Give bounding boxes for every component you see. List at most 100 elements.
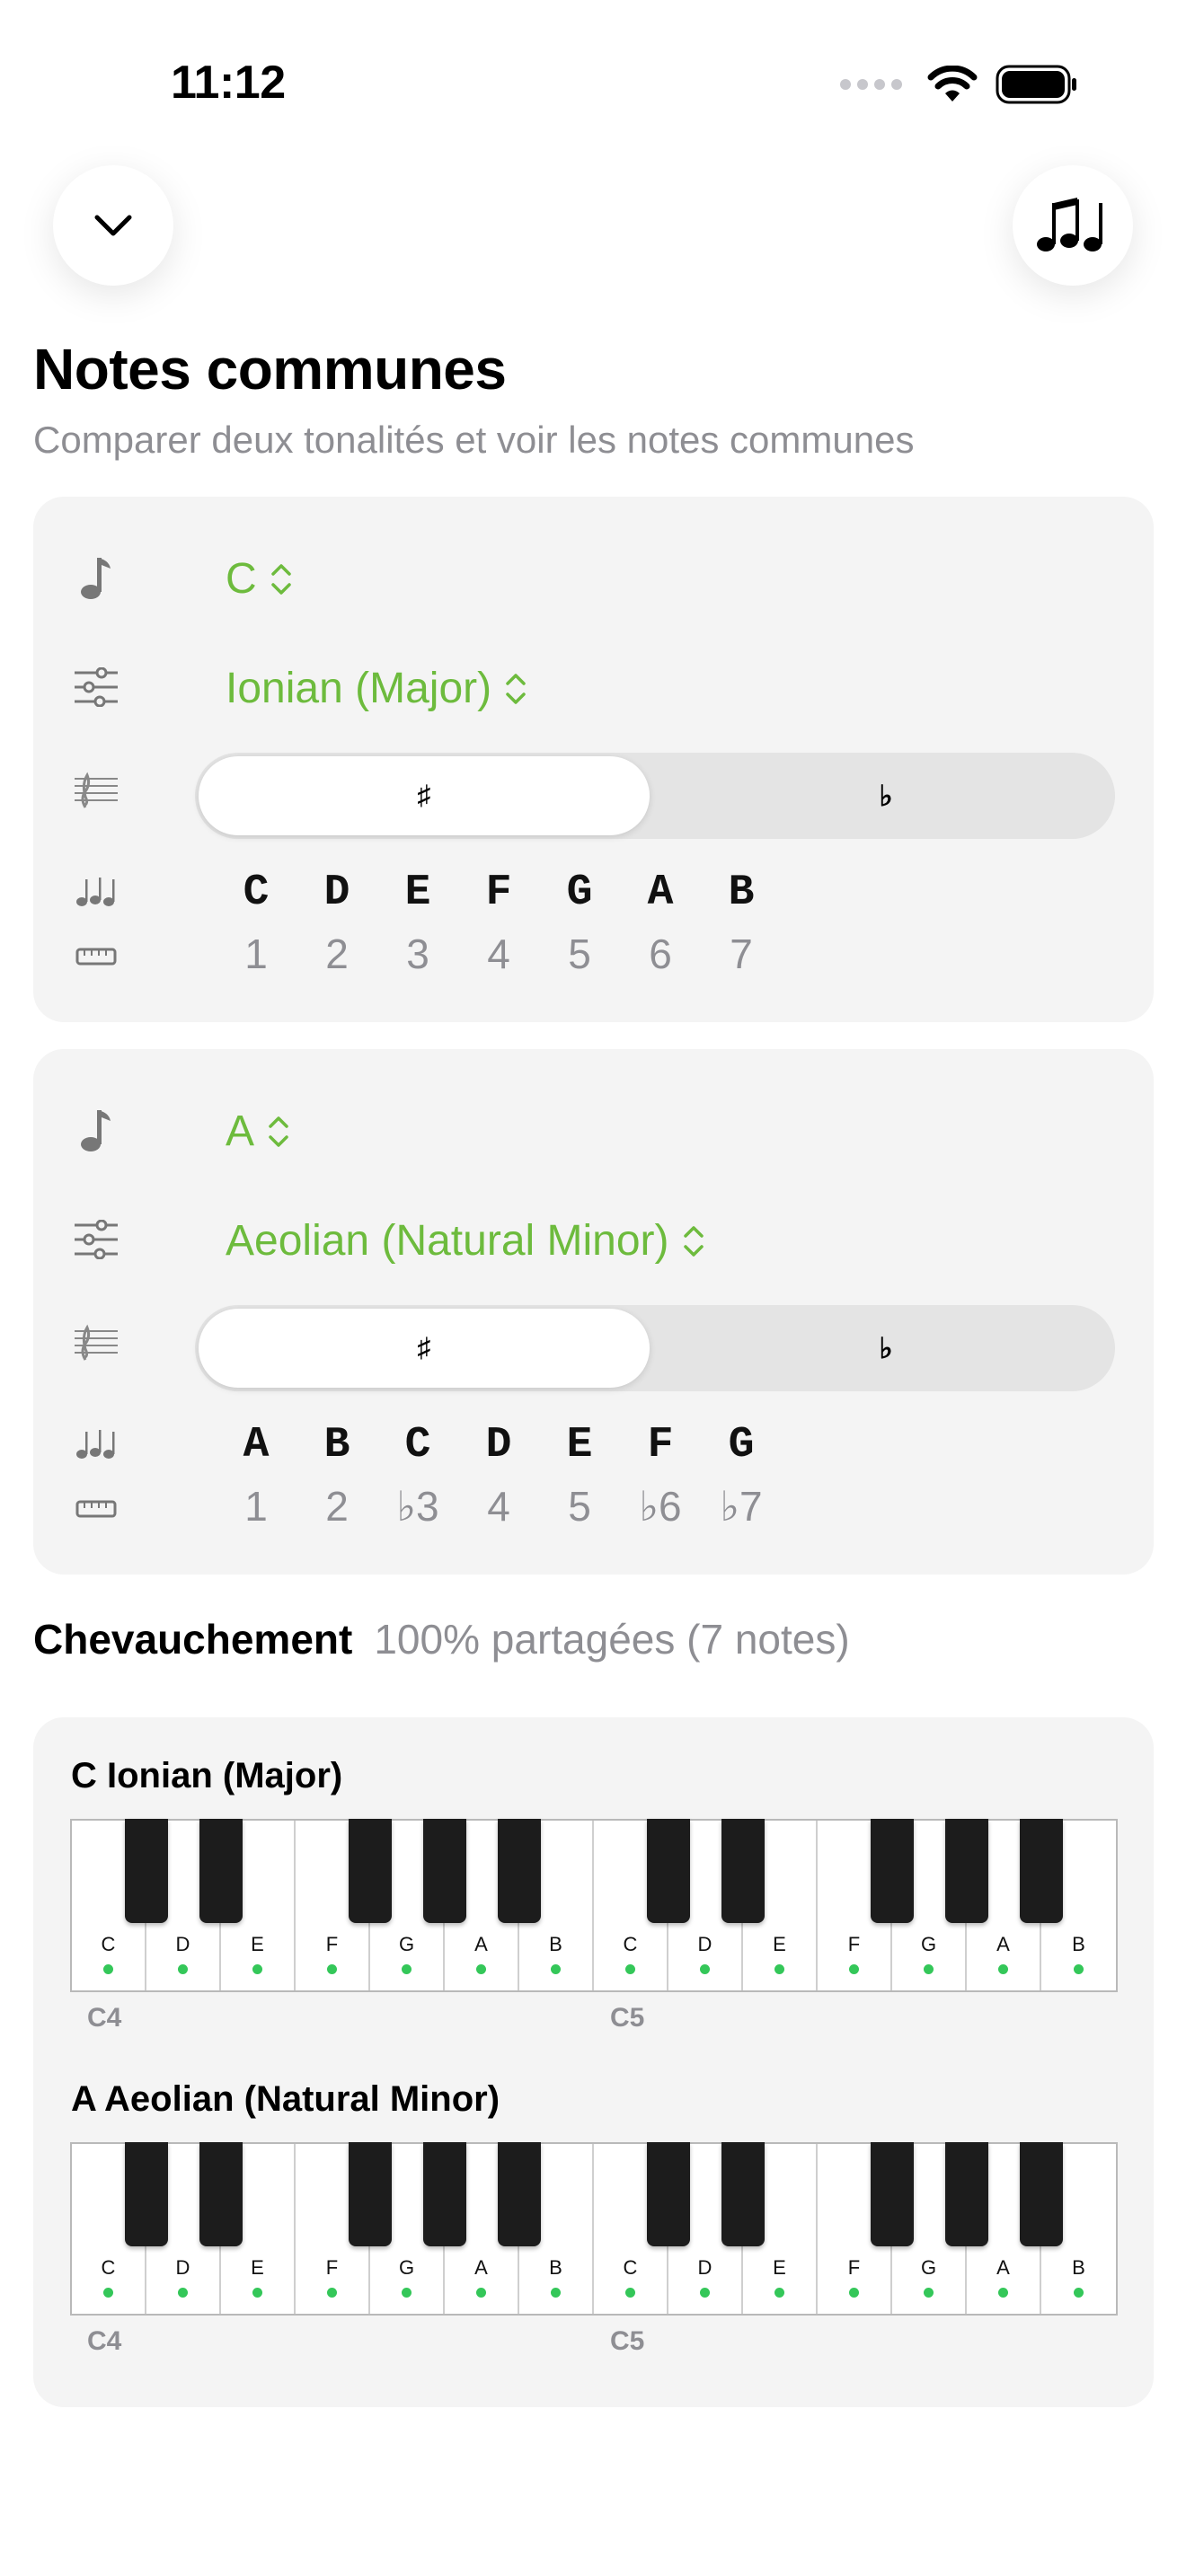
keyboard-title: A Aeolian (Natural Minor) xyxy=(71,2079,500,2119)
music-note-icon xyxy=(71,552,121,603)
key-label: F xyxy=(847,2256,861,2279)
key-label: D xyxy=(697,1933,712,1955)
note-name: A xyxy=(647,869,674,917)
key-label: C xyxy=(101,2256,116,2279)
note-name: C xyxy=(243,869,270,917)
note-column: C ♭3 xyxy=(377,1421,458,1531)
octave-label: C4 xyxy=(87,2326,122,2356)
ruler-icon xyxy=(71,931,121,982)
black-key[interactable] xyxy=(349,1819,392,1923)
overlap-label: Chevauchement xyxy=(33,1616,353,1663)
black-key[interactable] xyxy=(721,2142,765,2246)
key-label: F xyxy=(325,2256,339,2279)
note-column: E5 xyxy=(539,1421,620,1531)
note-name: B xyxy=(728,869,755,917)
common-note-dot xyxy=(103,2288,113,2298)
black-key[interactable] xyxy=(199,2142,243,2246)
note-name: E xyxy=(404,869,431,917)
common-note-dot xyxy=(1074,1964,1084,1974)
black-key[interactable] xyxy=(125,1819,168,1923)
note-column: F ♭6 xyxy=(620,1421,701,1531)
root-value: A xyxy=(226,1107,255,1155)
chevron-up-down-icon xyxy=(506,673,526,704)
note-column: G5 xyxy=(539,869,620,978)
accidental-toggle[interactable]: ♯ ♭ xyxy=(195,753,1115,839)
note-degree: 5 xyxy=(568,931,591,977)
note-column: A1 xyxy=(216,1421,296,1531)
black-key[interactable] xyxy=(945,2142,988,2246)
key-label: E xyxy=(251,2256,264,2279)
sharp-option[interactable]: ♯ xyxy=(199,756,650,835)
music-notes-button[interactable] xyxy=(1013,165,1133,286)
octave-label: C5 xyxy=(610,2326,645,2356)
note-name: A xyxy=(243,1421,270,1469)
staff-icon xyxy=(71,1319,121,1369)
note-column: G ♭7 xyxy=(701,1421,782,1531)
root-picker[interactable]: A xyxy=(226,1107,290,1156)
octave-label: C5 xyxy=(610,2003,645,2033)
black-key[interactable] xyxy=(498,2142,541,2246)
black-key[interactable] xyxy=(125,2142,168,2246)
key-label: D xyxy=(697,2256,712,2279)
black-key[interactable] xyxy=(871,2142,914,2246)
mode-picker[interactable]: Ionian (Major) xyxy=(226,664,527,713)
black-key[interactable] xyxy=(199,1819,243,1923)
note-name: G xyxy=(566,869,593,917)
cellular-dots-icon xyxy=(840,79,902,90)
staff-icon xyxy=(71,766,121,816)
black-key[interactable] xyxy=(721,1819,765,1923)
sharp-option[interactable]: ♯ xyxy=(199,1309,650,1388)
sliders-icon xyxy=(71,1214,121,1265)
black-key[interactable] xyxy=(1020,1819,1063,1923)
common-note-dot xyxy=(476,2288,486,2298)
note-column: B2 xyxy=(296,1421,377,1531)
overlap-summary: Chevauchement 100% partagées (7 notes) xyxy=(33,1615,850,1663)
black-key[interactable] xyxy=(498,1819,541,1923)
common-note-dot xyxy=(178,2288,188,2298)
note-column: E3 xyxy=(377,869,458,978)
mode-value: Aeolian (Natural Minor) xyxy=(226,1217,669,1265)
flat-option[interactable]: ♭ xyxy=(660,756,1111,835)
note-degree: 6 xyxy=(649,931,672,977)
key-label: E xyxy=(773,2256,786,2279)
black-key[interactable] xyxy=(945,1819,988,1923)
status-time: 11:12 xyxy=(171,57,286,109)
common-note-dot xyxy=(625,2288,635,2298)
black-key[interactable] xyxy=(423,1819,466,1923)
common-note-dot xyxy=(849,2288,859,2298)
note-degree: ♭6 xyxy=(639,1483,682,1530)
black-key[interactable] xyxy=(647,1819,690,1923)
note-degree: 1 xyxy=(244,1483,268,1530)
common-note-dot xyxy=(924,1964,934,1974)
accidental-toggle[interactable]: ♯ ♭ xyxy=(195,1305,1115,1391)
wifi-icon xyxy=(927,66,978,101)
note-degree: 2 xyxy=(325,931,349,977)
octave-label: C4 xyxy=(87,2003,122,2033)
black-key[interactable] xyxy=(1020,2142,1063,2246)
key-label: B xyxy=(1072,2256,1085,2279)
mode-picker[interactable]: Aeolian (Natural Minor) xyxy=(226,1216,705,1266)
dismiss-button[interactable] xyxy=(53,165,173,286)
key-label: B xyxy=(549,2256,562,2279)
black-key[interactable] xyxy=(647,2142,690,2246)
black-key[interactable] xyxy=(349,2142,392,2246)
note-column: A6 xyxy=(620,869,701,978)
flat-option[interactable]: ♭ xyxy=(660,1309,1111,1388)
note-name: D xyxy=(323,869,350,917)
page-title: Notes communes xyxy=(33,337,507,401)
black-key[interactable] xyxy=(871,1819,914,1923)
key-label: G xyxy=(920,1933,937,1955)
piano-keyboard: CDEFGABCDEFGAB xyxy=(70,2142,1118,2316)
chevron-up-down-icon xyxy=(270,563,291,595)
root-picker[interactable]: C xyxy=(226,554,293,604)
chevron-up-down-icon xyxy=(269,1116,288,1147)
black-key[interactable] xyxy=(423,2142,466,2246)
common-note-dot xyxy=(178,1964,188,1974)
key-label: D xyxy=(175,1933,190,1955)
note-degree: 1 xyxy=(244,931,268,977)
scale-notes: C1D2E3F4G5A6B7 xyxy=(243,869,822,978)
page-subtitle: Comparer deux tonalités et voir les note… xyxy=(33,419,915,461)
common-note-dot xyxy=(402,2288,412,2298)
common-note-dot xyxy=(476,1964,486,1974)
key-label: A xyxy=(474,2256,488,2279)
